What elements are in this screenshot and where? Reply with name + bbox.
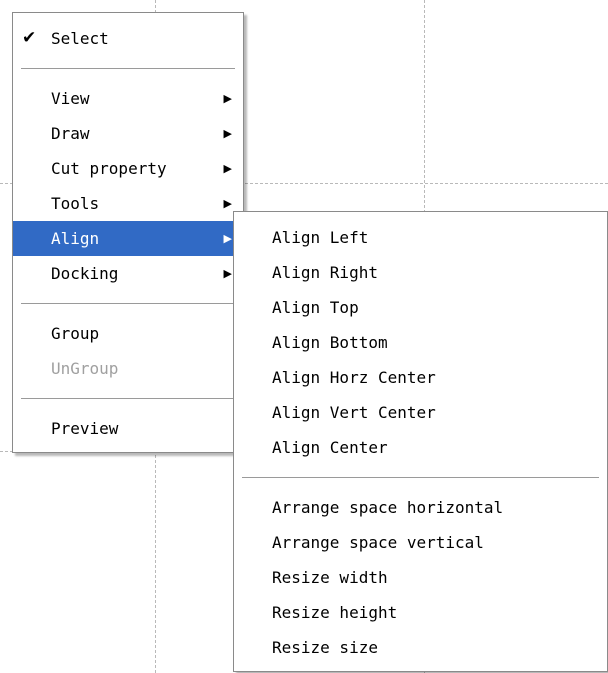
menu-item-label: Draw [51,124,90,143]
menu-item-arrange-space-horizontal[interactable]: Arrange space horizontal [234,490,607,525]
menu-item-label: View [51,89,90,108]
menu-item-resize-width[interactable]: Resize width [234,560,607,595]
menu-item-align-bottom[interactable]: Align Bottom [234,325,607,360]
menu-item-resize-height[interactable]: Resize height [234,595,607,630]
menu-item-label: Align Bottom [272,333,388,352]
menu-item-label: Align Horz Center [272,368,436,387]
submenu-arrow-icon: ▶ [223,92,232,105]
menu-item-draw[interactable]: Draw ▶ [13,116,243,151]
menu-item-label: Tools [51,194,100,213]
submenu-arrow-icon: ▶ [223,162,232,175]
menu-item-align-vert-center[interactable]: Align Vert Center [234,395,607,430]
menu-item-cut-property[interactable]: Cut property ▶ [13,151,243,186]
menu-item-align-horz-center[interactable]: Align Horz Center [234,360,607,395]
submenu-arrow-icon: ▶ [223,197,232,210]
menu-item-label: UnGroup [51,359,119,378]
menu-item-view[interactable]: View ▶ [13,81,243,116]
menu-separator [21,303,235,304]
menu-item-preview[interactable]: Preview [13,411,243,446]
menu-item-arrange-space-vertical[interactable]: Arrange space vertical [234,525,607,560]
menu-item-ungroup: UnGroup [13,351,243,386]
menu-item-label: Resize size [272,638,378,657]
menu-separator [242,477,599,478]
menu-item-label: Align Center [272,438,388,457]
menu-item-select[interactable]: ✔ Select [13,21,243,56]
menu-item-align-left[interactable]: Align Left [234,220,607,255]
submenu-arrow-icon: ▶ [223,127,232,140]
menu-item-label: Group [51,324,100,343]
menu-item-label: Select [51,29,109,48]
menu-item-group[interactable]: Group [13,316,243,351]
menu-item-label: Resize height [272,603,398,622]
menu-item-label: Arrange space horizontal [272,498,504,517]
menu-item-label: Arrange space vertical [272,533,484,552]
menu-item-label: Align Left [272,228,369,247]
checkmark-icon: ✔ [22,28,37,48]
menu-item-align-top[interactable]: Align Top [234,290,607,325]
align-submenu: Align Left Align Right Align Top Align B… [233,211,608,672]
menu-item-label: Align Vert Center [272,403,436,422]
menu-item-label: Resize width [272,568,388,587]
menu-item-align-center[interactable]: Align Center [234,430,607,465]
menu-item-label: Docking [51,264,119,283]
context-menu: ✔ Select View ▶ Draw ▶ Cut property ▶ To… [12,12,244,453]
menu-item-docking[interactable]: Docking ▶ [13,256,243,291]
menu-item-label: Align [51,229,100,248]
menu-item-label: Cut property [51,159,167,178]
menu-separator [21,68,235,69]
menu-separator [21,398,235,399]
menu-item-tools[interactable]: Tools ▶ [13,186,243,221]
menu-item-align[interactable]: Align ▶ [13,221,243,256]
menu-item-label: Preview [51,419,119,438]
menu-item-label: Align Top [272,298,359,317]
submenu-arrow-icon: ▶ [223,267,232,280]
submenu-arrow-icon: ▶ [223,232,232,245]
menu-item-align-right[interactable]: Align Right [234,255,607,290]
menu-item-label: Align Right [272,263,378,282]
menu-item-resize-size[interactable]: Resize size [234,630,607,665]
